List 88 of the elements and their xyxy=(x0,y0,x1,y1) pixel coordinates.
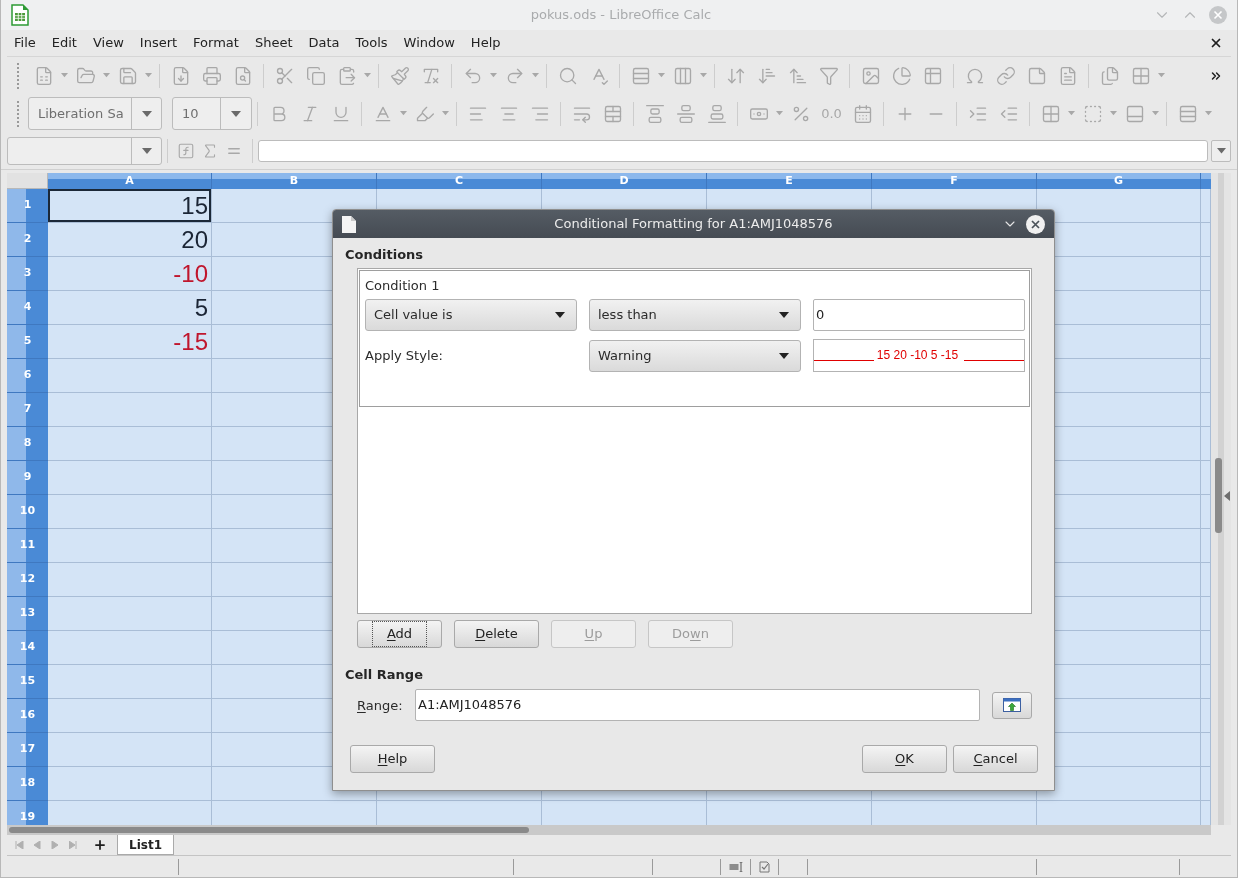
style-dropdown[interactable]: Warning xyxy=(589,339,801,372)
range-input-field[interactable]: A1:AMJ1048576 xyxy=(415,689,980,721)
vertical-scrollbar[interactable] xyxy=(1211,173,1231,825)
sheet-tab[interactable]: List1 xyxy=(117,835,174,855)
row-header[interactable]: 18 xyxy=(7,767,48,801)
table-cell: 15 xyxy=(48,189,212,223)
section-heading: Conditions xyxy=(345,246,425,263)
column-header[interactable]: C xyxy=(377,173,542,189)
first-sheet-icon[interactable] xyxy=(15,841,24,849)
dialog-title: Conditional Formatting for A1:AMJ1048576 xyxy=(554,215,833,234)
previous-sheet-icon[interactable] xyxy=(33,841,42,849)
column-header[interactable]: G xyxy=(1037,173,1201,189)
column-header[interactable]: B xyxy=(212,173,377,189)
style-preview-text: 15 20 -10 5 -15 xyxy=(875,349,960,362)
apply-style-label: Apply Style: xyxy=(365,346,444,365)
menu-item[interactable]: Window xyxy=(395,33,463,53)
value-input-field[interactable]: 0 xyxy=(813,299,1025,331)
table-cell: -10 xyxy=(48,257,212,291)
menu-item[interactable]: Insert xyxy=(131,33,186,53)
close-icon[interactable] xyxy=(1209,36,1223,50)
operator-dropdown[interactable]: less than xyxy=(589,299,801,331)
caret-icon[interactable] xyxy=(779,312,789,318)
row-header[interactable]: 7 xyxy=(7,393,48,427)
cancel-button[interactable]: Cancel xyxy=(953,745,1038,773)
menu-item[interactable]: File xyxy=(6,33,44,53)
menu-item[interactable]: Format xyxy=(185,33,247,53)
row-header[interactable]: 1 xyxy=(7,189,48,223)
section-heading: Cell Range xyxy=(345,666,424,683)
scrollbar-thumb[interactable] xyxy=(1215,458,1222,533)
window-title: pokus.ods - LibreOffice Calc xyxy=(530,6,712,25)
row-header[interactable]: 16 xyxy=(7,699,48,733)
close-icon[interactable] xyxy=(1026,214,1045,234)
select-all-corner[interactable] xyxy=(7,173,48,189)
row-header[interactable]: 6 xyxy=(7,359,48,393)
name-box-field[interactable] xyxy=(7,137,162,165)
shrink-button[interactable] xyxy=(992,691,1032,719)
range-label: Range: xyxy=(357,698,403,713)
table-cell: 5 xyxy=(48,291,212,325)
column-header[interactable]: F xyxy=(872,173,1037,189)
add-sheet-icon[interactable] xyxy=(93,838,107,852)
row-header[interactable]: 10 xyxy=(7,495,48,529)
column-header[interactable]: D xyxy=(542,173,707,189)
row-header[interactable]: 9 xyxy=(7,461,48,495)
list-action-button[interactable]: Add xyxy=(357,620,442,648)
caret-icon[interactable] xyxy=(555,312,565,318)
help-button[interactable]: Help xyxy=(350,745,435,773)
menu-item[interactable]: Tools xyxy=(347,33,396,53)
toolbar-grip-handle[interactable] xyxy=(17,62,20,89)
column-header[interactable]: E xyxy=(707,173,872,189)
last-sheet-icon[interactable] xyxy=(69,841,78,849)
row-header[interactable]: 3 xyxy=(7,257,48,291)
row-header[interactable]: 17 xyxy=(7,733,48,767)
spreadsheet-app-icon xyxy=(11,4,29,26)
menu-item[interactable]: Edit xyxy=(43,33,85,53)
row-header[interactable]: 13 xyxy=(7,597,48,631)
menu-item[interactable]: Sheet xyxy=(246,33,301,53)
condition-label: Condition 1 xyxy=(365,277,441,294)
document-icon xyxy=(342,215,356,233)
list-action-button[interactable]: Delete xyxy=(454,620,539,648)
condition-entry[interactable]: Condition 1 Cell value is less than 0 Apply Style: Warning 15 20 -10 5 -15 xyxy=(359,270,1030,407)
rectangle-cursor-icon[interactable] xyxy=(728,861,743,872)
document-check-icon[interactable] xyxy=(758,860,771,873)
row-header[interactable]: 4 xyxy=(7,291,48,325)
column-header[interactable] xyxy=(1201,173,1211,189)
table-cell: 20 xyxy=(48,223,212,257)
row-header[interactable]: 12 xyxy=(7,563,48,597)
menu-item[interactable]: View xyxy=(84,33,132,53)
row-header[interactable]: 15 xyxy=(7,665,48,699)
left-triangle-icon[interactable] xyxy=(1224,491,1230,501)
row-header[interactable]: 8 xyxy=(7,427,48,461)
menu-item[interactable]: Help xyxy=(462,33,509,53)
row-header[interactable]: 2 xyxy=(7,223,48,257)
column-header[interactable]: A xyxy=(48,173,212,189)
next-sheet-icon[interactable] xyxy=(51,841,60,849)
formula-input-field[interactable] xyxy=(258,140,1208,162)
scrollbar-thumb[interactable] xyxy=(9,827,529,833)
toolbar-grip-handle[interactable] xyxy=(17,100,20,127)
ok-button[interactable]: OK xyxy=(862,745,947,773)
row-header[interactable]: 19 xyxy=(7,801,48,825)
condition-type-dropdown[interactable]: Cell value is xyxy=(365,299,577,331)
table-cell: -15 xyxy=(48,325,212,359)
row-header[interactable]: 14 xyxy=(7,631,48,665)
row-header[interactable]: 5 xyxy=(7,325,48,359)
horizontal-scrollbar[interactable] xyxy=(7,825,1211,835)
row-header[interactable]: 11 xyxy=(7,529,48,563)
expand-formula-button[interactable] xyxy=(1211,140,1231,162)
caret-icon[interactable] xyxy=(779,352,789,359)
menu-item[interactable]: Data xyxy=(300,33,348,53)
